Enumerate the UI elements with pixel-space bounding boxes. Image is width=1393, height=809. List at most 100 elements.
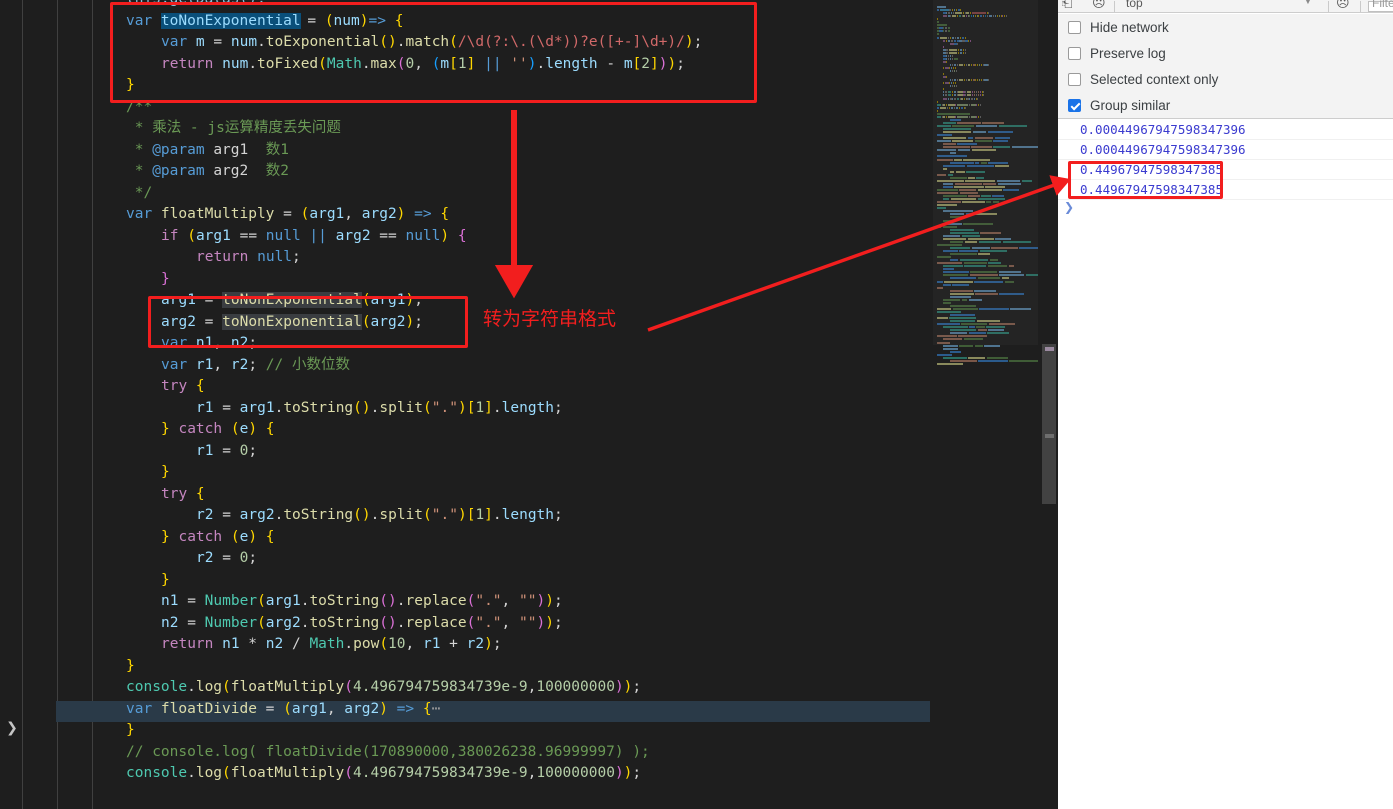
code-line[interactable]: * @param arg2 数2 (0, 161, 1058, 183)
code-token: ( (344, 765, 354, 781)
code-token: console (126, 679, 188, 695)
toolbar-divider (1360, 1, 1361, 12)
console-option-selected-context-only[interactable]: Selected context only (1068, 66, 1218, 92)
code-line[interactable]: var floatDivide = (arg1, arg2) => {⋯ (0, 699, 1058, 721)
code-line[interactable]: r2 = arg2.toString().split(".")[1].lengt… (0, 505, 1058, 527)
checkbox-icon[interactable] (1068, 98, 1081, 112)
code-content[interactable]: this.getDatas(); var toNonExponential = (… (0, 0, 1058, 809)
checkbox-icon[interactable] (1068, 72, 1081, 86)
code-token: ) (457, 399, 467, 416)
code-token: [ (632, 55, 642, 72)
code-line[interactable]: } (0, 269, 1058, 291)
code-line[interactable]: if (arg1 == null || arg2 == null) { (0, 226, 1058, 248)
code-token: { (422, 700, 432, 717)
code-line[interactable]: */ (0, 183, 1058, 205)
code-token: ; (693, 34, 703, 50)
code-token: () (379, 34, 397, 50)
editor-scrollbar-thumb[interactable] (1042, 344, 1056, 504)
checkbox-icon[interactable] (1068, 46, 1081, 60)
code-token: return (196, 249, 258, 265)
code-line[interactable]: r2 = 0; (0, 548, 1058, 570)
code-token: ( (222, 679, 231, 695)
code-line[interactable]: var m = num.toExponential().match(/\d(?:… (0, 32, 1058, 54)
code-token: ; (554, 507, 563, 523)
code-line[interactable]: return null; (0, 247, 1058, 269)
code-token: Math (309, 636, 345, 652)
code-token: n1 (161, 593, 179, 609)
code-token: floatMultiply (230, 679, 345, 695)
code-line[interactable]: * 乘法 - js运算精度丢失问题 (0, 118, 1058, 140)
code-token: toFixed (257, 55, 319, 72)
code-line[interactable]: } (0, 462, 1058, 484)
code-line[interactable]: try { (0, 376, 1058, 398)
filter-funnel-icon[interactable]: ☹ (1336, 0, 1350, 11)
code-line[interactable]: } (0, 720, 1058, 742)
console-log-row[interactable]: 0.44967947598347385 (1058, 160, 1393, 180)
code-line[interactable]: } (0, 656, 1058, 678)
code-token: catch (178, 528, 231, 545)
code-token: /** (126, 98, 153, 115)
devtools-toolbar[interactable]: ⎗ ☹ top ▼ ☹ Filter (1058, 0, 1393, 13)
code-line[interactable]: } (0, 570, 1058, 592)
code-line[interactable]: n2 = Number(arg2.toString().replace(".",… (0, 613, 1058, 635)
code-token: return (161, 636, 223, 652)
code-token: toString (283, 507, 354, 523)
code-token: 0 (405, 55, 415, 72)
chevron-down-icon[interactable]: ▼ (1304, 0, 1312, 6)
code-line[interactable]: return num.toFixed(Math.max(0, (m[1] || … (0, 54, 1058, 76)
code-line[interactable]: var r1, r2; // 小数位数 (0, 355, 1058, 377)
code-line[interactable]: var toNonExponential = (num)=> { (0, 11, 1058, 33)
code-token: arg1 (213, 141, 249, 158)
code-line[interactable]: return n1 * n2 / Math.pow(10, r1 + r2); (0, 634, 1058, 656)
code-line[interactable]: this.getDatas(); (0, 0, 1058, 11)
console-log-value: 0.44967947598347385 (1080, 182, 1223, 197)
code-token: 4.496794759834739e-9 (353, 765, 528, 781)
option-label: Selected context only (1090, 71, 1219, 87)
minimap-line-token (943, 347, 958, 350)
execution-context-label[interactable]: top (1126, 0, 1143, 10)
fold-chevron-icon[interactable]: ❯ (5, 719, 19, 738)
code-line[interactable]: try { (0, 484, 1058, 506)
code-token: () (353, 507, 371, 523)
code-line[interactable]: * @param arg1 数1 (0, 140, 1058, 162)
code-token: 2 (641, 55, 651, 72)
console-log-row[interactable]: 0.44967947598347385 (1058, 180, 1393, 200)
code-line[interactable]: } catch (e) { (0, 527, 1058, 549)
code-token: floatMultiply (160, 206, 275, 222)
code-line[interactable]: console.log(floatMultiply(4.496794759834… (0, 677, 1058, 699)
code-token: r1 (422, 636, 441, 652)
code-line[interactable]: /** (0, 97, 1058, 119)
checkbox-icon[interactable] (1068, 20, 1081, 34)
code-token: ) (379, 700, 388, 717)
code-line[interactable]: r1 = arg1.toString().split(".")[1].lengt… (0, 398, 1058, 420)
code-editor[interactable]: this.getDatas(); var toNonExponential = (… (0, 0, 1058, 809)
code-token: length (545, 55, 598, 72)
code-token: n1 (195, 335, 214, 351)
code-line[interactable]: var n1, n2; (0, 333, 1058, 355)
devtools-console-panel[interactable]: ⎗ ☹ top ▼ ☹ Filter Hide network Preserve … (1058, 0, 1393, 809)
code-line[interactable]: var floatMultiply = (arg1, arg2) => { (0, 204, 1058, 226)
sidebar-toggle-icon[interactable]: ⎗ (1062, 0, 1072, 11)
code-token: ; (632, 679, 642, 695)
code-line[interactable]: console.log(floatMultiply(4.496794759834… (0, 763, 1058, 785)
console-log-row[interactable]: 0.00044967947598347396 (1058, 120, 1393, 140)
console-log-row[interactable]: 0.00044967947598347396 (1058, 140, 1393, 160)
console-option-group-similar[interactable]: Group similar (1068, 92, 1170, 118)
clear-console-icon[interactable]: ☹ (1092, 0, 1106, 11)
console-option-preserve-log[interactable]: Preserve log (1068, 40, 1166, 66)
code-token: = (213, 399, 240, 416)
code-token: replace (405, 593, 467, 609)
minimap-viewport-slider[interactable] (933, 0, 1038, 345)
code-line[interactable]: } catch (e) { (0, 419, 1058, 441)
code-token: ) (545, 593, 554, 609)
console-prompt-icon[interactable]: ❯ (1064, 200, 1074, 214)
console-option-hide-network[interactable]: Hide network (1068, 14, 1169, 40)
code-token: => (368, 12, 395, 29)
code-line[interactable]: n1 = Number(arg1.toString().replace(".",… (0, 591, 1058, 613)
code-line[interactable]: // console.log( floatDivide(170890000,38… (0, 742, 1058, 764)
code-line[interactable]: } (0, 75, 1058, 97)
code-token: ; (414, 292, 423, 308)
code-token: */ (126, 184, 153, 201)
code-line[interactable]: r1 = 0; (0, 441, 1058, 463)
filter-placeholder: Filter (1372, 0, 1393, 10)
